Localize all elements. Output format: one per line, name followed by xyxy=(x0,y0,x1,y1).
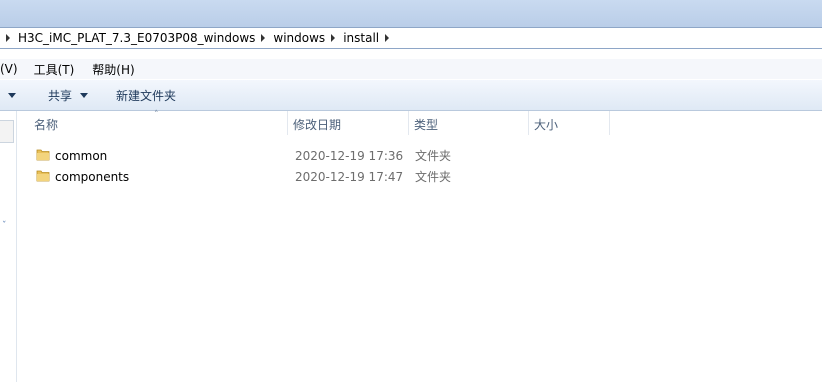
folder-icon xyxy=(36,170,50,182)
list-item[interactable]: common 2020-12-19 17:36 文件夹 xyxy=(17,145,822,166)
chevron-down-icon xyxy=(80,92,89,98)
file-list: common 2020-12-19 17:36 文件夹 components 2… xyxy=(17,145,822,187)
share-button[interactable]: 共享 xyxy=(48,87,89,104)
chevron-right-icon[interactable] xyxy=(331,34,336,42)
column-type-label: 类型 xyxy=(414,118,439,132)
menu-view[interactable]: (V) xyxy=(0,62,18,76)
breadcrumb-label[interactable]: windows xyxy=(273,31,325,45)
column-type[interactable]: 类型 xyxy=(408,111,529,135)
folder-icon xyxy=(36,149,50,161)
column-size[interactable]: 大小 xyxy=(528,111,610,135)
list-item[interactable]: components 2020-12-19 17:47 文件夹 xyxy=(17,166,822,187)
column-header: ˄ 名称 修改日期 类型 大小 xyxy=(17,110,822,135)
column-date[interactable]: 修改日期 xyxy=(287,111,409,135)
chevron-right-icon[interactable] xyxy=(385,34,390,42)
column-name[interactable]: 名称 xyxy=(28,111,288,135)
column-size-label: 大小 xyxy=(534,118,559,132)
file-date: 2020-12-19 17:36 xyxy=(295,148,404,163)
share-label: 共享 xyxy=(48,88,73,103)
chevron-right-icon[interactable] xyxy=(261,34,266,42)
file-type: 文件夹 xyxy=(415,149,452,163)
breadcrumb-item[interactable]: H3C_iMC_PLAT_7.3_E0703P08_windows xyxy=(18,31,273,45)
breadcrumb-item[interactable]: install xyxy=(343,31,397,45)
file-date: 2020-12-19 17:47 xyxy=(295,169,404,184)
column-date-label: 修改日期 xyxy=(293,118,342,132)
nav-expander-icon[interactable]: ˇ xyxy=(2,221,7,231)
address-bar[interactable]: H3C_iMC_PLAT_7.3_E0703P08_windows window… xyxy=(0,27,822,49)
new-folder-button[interactable]: 新建文件夹 xyxy=(116,87,176,104)
window-titlebar xyxy=(0,0,822,28)
chevron-right-icon[interactable] xyxy=(6,34,10,42)
file-name: components xyxy=(55,169,130,184)
command-bar: 共享 新建文件夹 xyxy=(0,80,822,111)
file-type: 文件夹 xyxy=(415,170,452,184)
breadcrumb-item[interactable]: windows xyxy=(273,31,343,45)
organize-caret-icon[interactable] xyxy=(8,92,16,98)
new-folder-label: 新建文件夹 xyxy=(116,88,177,103)
breadcrumb-label[interactable]: install xyxy=(343,31,379,45)
menu-help[interactable]: 帮助(H) xyxy=(92,61,134,78)
menu-bar: (V) 工具(T) 帮助(H) xyxy=(0,59,822,79)
column-name-label: 名称 xyxy=(34,118,59,132)
file-name: common xyxy=(55,148,108,163)
menu-tools[interactable]: 工具(T) xyxy=(34,61,75,78)
breadcrumb-root-arrow[interactable] xyxy=(0,34,18,42)
breadcrumb-label[interactable]: H3C_iMC_PLAT_7.3_E0703P08_windows xyxy=(18,31,255,45)
navigation-pane[interactable]: ˇ xyxy=(0,111,17,382)
nav-selected-item[interactable] xyxy=(0,120,14,143)
